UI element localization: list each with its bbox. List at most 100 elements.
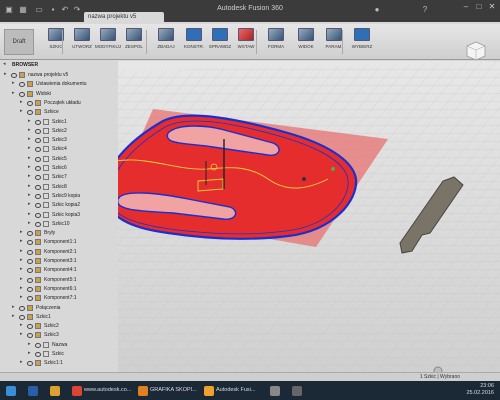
expand-arrow-icon[interactable]: ▸ xyxy=(4,71,7,77)
expand-arrow-icon[interactable]: ▸ xyxy=(28,136,31,142)
expand-arrow-icon[interactable]: ▸ xyxy=(20,322,23,328)
tool-button-11[interactable]: WYBIERZ xyxy=(346,28,378,56)
expand-arrow-icon[interactable]: ▸ xyxy=(28,164,31,170)
visibility-eye-icon[interactable] xyxy=(35,212,41,218)
expand-arrow-icon[interactable]: ▸ xyxy=(28,192,31,198)
taskbar-item[interactable]: GRAFIKA SKOPI... xyxy=(136,382,198,399)
expand-arrow-icon[interactable]: ▸ xyxy=(28,211,31,217)
expand-arrow-icon[interactable]: ▸ xyxy=(20,285,23,291)
visibility-eye-icon[interactable] xyxy=(35,342,41,348)
expand-arrow-icon[interactable]: ▸ xyxy=(12,313,15,319)
expand-arrow-icon[interactable]: ▸ xyxy=(28,201,31,207)
maximize-button[interactable]: □ xyxy=(473,2,485,12)
browser-row[interactable]: ▸ Szkic6 xyxy=(0,164,118,173)
visibility-eye-icon[interactable] xyxy=(19,91,25,97)
close-button[interactable]: ✕ xyxy=(486,2,498,12)
expand-arrow-icon[interactable]: ▸ xyxy=(20,99,23,105)
browser-row[interactable]: ▸ Szkic1 xyxy=(0,118,118,127)
browser-row[interactable]: ▸ Szkic10 xyxy=(0,220,118,229)
browser-row[interactable]: ▸ Szkic kopia2 xyxy=(0,201,118,210)
tool-button-8[interactable]: FORMA xyxy=(260,28,292,56)
browser-row[interactable]: ▸ Szkic3 xyxy=(0,331,118,340)
visibility-eye-icon[interactable] xyxy=(19,305,25,311)
3d-viewport[interactable] xyxy=(103,61,500,381)
taskbar-item[interactable] xyxy=(26,382,44,399)
browser-row[interactable]: ▸ Widoki xyxy=(0,90,118,99)
visibility-eye-icon[interactable] xyxy=(27,268,33,274)
visibility-eye-icon[interactable] xyxy=(27,231,33,237)
visibility-eye-icon[interactable] xyxy=(35,184,41,190)
visibility-eye-icon[interactable] xyxy=(35,203,41,209)
browser-row[interactable]: ▸ Komponent7:1 xyxy=(0,294,118,303)
browser-row[interactable]: ▸ Komponent4:1 xyxy=(0,266,118,275)
visibility-eye-icon[interactable] xyxy=(35,119,41,125)
visibility-eye-icon[interactable] xyxy=(27,240,33,246)
tool-button-7[interactable]: WSTAW xyxy=(230,28,262,56)
taskbar-item[interactable] xyxy=(48,382,66,399)
expand-arrow-icon[interactable]: ▸ xyxy=(20,108,23,114)
browser-row[interactable]: ▸ Szkic9 kopia xyxy=(0,192,118,201)
taskbar-item[interactable]: www.autodesk.co... xyxy=(70,382,132,399)
expand-arrow-icon[interactable]: ▸ xyxy=(20,359,23,365)
expand-arrow-icon[interactable]: ▸ xyxy=(20,266,23,272)
viewport-canvas[interactable] xyxy=(103,61,500,381)
visibility-eye-icon[interactable] xyxy=(35,128,41,134)
visibility-eye-icon[interactable] xyxy=(35,147,41,153)
expand-arrow-icon[interactable]: ▸ xyxy=(28,118,31,124)
taskbar-item[interactable] xyxy=(290,382,308,399)
browser-row[interactable]: ▸ Szkic1:1 xyxy=(0,359,118,368)
expand-arrow-icon[interactable]: ▸ xyxy=(28,127,31,133)
expand-arrow-icon[interactable]: ▸ xyxy=(28,173,31,179)
expand-arrow-icon[interactable]: ▸ xyxy=(20,229,23,235)
expand-arrow-icon[interactable]: ▸ xyxy=(28,220,31,226)
browser-row[interactable]: ▸ Szkic8 xyxy=(0,183,118,192)
visibility-eye-icon[interactable] xyxy=(27,324,33,330)
collapse-arrow-icon[interactable]: ◂ xyxy=(3,61,6,67)
browser-row[interactable]: ▸ Szkic2 xyxy=(0,322,118,331)
browser-row[interactable]: ▸ Szkic3 xyxy=(0,136,118,145)
browser-row[interactable]: ▸ Szkice xyxy=(0,108,118,117)
expand-arrow-icon[interactable]: ▸ xyxy=(28,145,31,151)
workspace-switcher[interactable]: Draft xyxy=(4,29,34,55)
visibility-eye-icon[interactable] xyxy=(35,166,41,171)
expand-arrow-icon[interactable]: ▸ xyxy=(20,257,23,263)
browser-row[interactable]: ▸ Komponent3:1 xyxy=(0,257,118,266)
visibility-eye-icon[interactable] xyxy=(35,156,41,162)
taskbar-item[interactable] xyxy=(268,382,286,399)
browser-row[interactable]: ▸ Połączenia xyxy=(0,304,118,313)
visibility-eye-icon[interactable] xyxy=(35,221,41,227)
browser-row[interactable]: ▸ Szkic5 xyxy=(0,155,118,164)
visibility-eye-icon[interactable] xyxy=(35,193,41,199)
browser-row[interactable]: ▸ Komponent1:1 xyxy=(0,238,118,247)
visibility-eye-icon[interactable] xyxy=(27,259,33,264)
browser-row[interactable]: ▸ Szkic2 xyxy=(0,127,118,136)
visibility-eye-icon[interactable] xyxy=(19,82,25,88)
browser-row[interactable]: ▸ Szkic kopia3 xyxy=(0,211,118,220)
taskbar-item[interactable]: Autodesk Fusi... xyxy=(202,382,264,399)
browser-row[interactable]: ▸ Szkic7 xyxy=(0,173,118,182)
visibility-eye-icon[interactable] xyxy=(27,110,33,116)
expand-arrow-icon[interactable]: ▸ xyxy=(20,294,23,300)
expand-arrow-icon[interactable]: ▸ xyxy=(12,80,15,86)
document-tab[interactable]: nazwa projektu v5 xyxy=(84,12,164,24)
visibility-eye-icon[interactable] xyxy=(27,100,33,106)
expand-arrow-icon[interactable]: ▸ xyxy=(20,238,23,244)
browser-row[interactable]: ▸ Komponent5:1 xyxy=(0,276,118,285)
visibility-eye-icon[interactable] xyxy=(11,73,17,78)
browser-row[interactable]: ▸ Ustawienia dokumentu xyxy=(0,80,118,89)
browser-row[interactable]: ▸ Komponent6:1 xyxy=(0,285,118,294)
expand-arrow-icon[interactable]: ▸ xyxy=(28,183,31,189)
view-cube[interactable] xyxy=(465,40,487,62)
browser-row[interactable]: ▸ nazwa projektu v5 xyxy=(0,71,118,80)
visibility-eye-icon[interactable] xyxy=(35,175,41,181)
browser-row[interactable]: ▸ Nazwa xyxy=(0,341,118,350)
visibility-eye-icon[interactable] xyxy=(27,296,33,302)
visibility-eye-icon[interactable] xyxy=(27,277,33,283)
browser-row[interactable]: ▸ Komponent2:1 xyxy=(0,248,118,257)
visibility-eye-icon[interactable] xyxy=(27,249,33,255)
expand-arrow-icon[interactable]: ▸ xyxy=(20,331,23,337)
visibility-eye-icon[interactable] xyxy=(19,314,25,320)
expand-arrow-icon[interactable]: ▸ xyxy=(20,248,23,254)
expand-arrow-icon[interactable]: ▸ xyxy=(20,276,23,282)
expand-arrow-icon[interactable]: ▸ xyxy=(12,304,15,310)
